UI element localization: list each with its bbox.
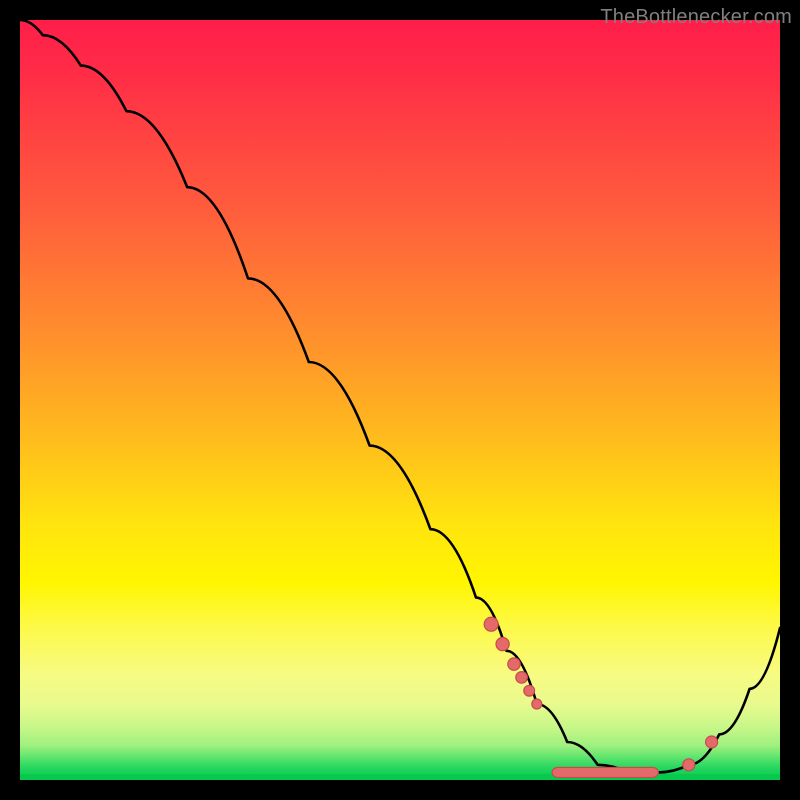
bottleneck-curve-line <box>20 20 780 772</box>
watermark-text: TheBottlenecker.com <box>600 6 792 29</box>
marker-bar <box>552 767 658 777</box>
curve-markers <box>484 617 717 777</box>
marker-dot <box>706 736 718 748</box>
chart-frame: TheBottlenecker.com <box>0 0 800 800</box>
marker-dot <box>484 617 498 631</box>
marker-dot <box>524 685 535 696</box>
marker-dot <box>508 658 520 670</box>
plot-area <box>20 20 780 780</box>
marker-dot <box>532 699 542 709</box>
marker-dot <box>683 759 695 771</box>
marker-dot <box>496 638 509 651</box>
curve-svg <box>20 20 780 780</box>
marker-dot <box>516 672 528 684</box>
